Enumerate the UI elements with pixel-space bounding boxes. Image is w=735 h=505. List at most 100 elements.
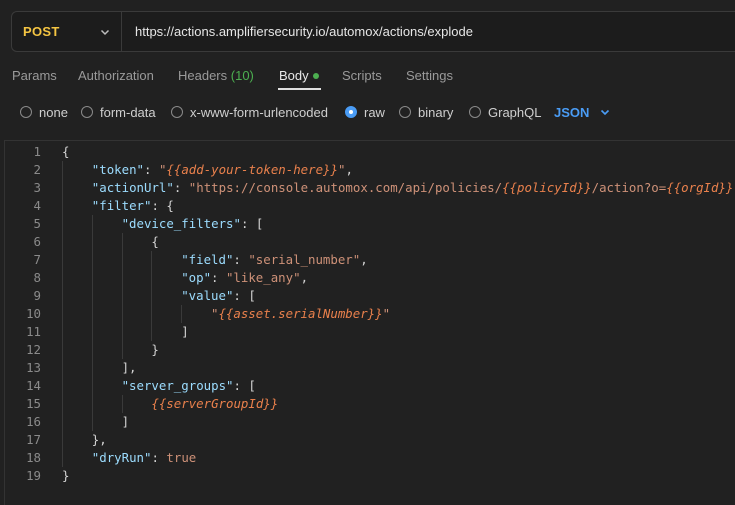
chevron-down-icon xyxy=(99,26,111,38)
code-content: "op": "like_any", xyxy=(181,269,308,287)
format-dropdown[interactable]: JSON xyxy=(554,101,611,123)
code-content: "device_filters": [ xyxy=(122,215,264,233)
code-token: { xyxy=(151,234,159,249)
tab-params[interactable]: Params xyxy=(12,62,57,90)
indent-guide xyxy=(62,251,63,269)
indent-guide xyxy=(62,431,63,449)
code-token: ] xyxy=(181,324,189,339)
indent-guide xyxy=(62,287,63,305)
line-number: 7 xyxy=(33,252,41,267)
active-tab-indicator xyxy=(278,88,321,90)
line-number: 6 xyxy=(33,234,41,249)
code-content: }, xyxy=(92,431,107,449)
tab-settings[interactable]: Settings xyxy=(406,62,453,90)
indent-guide xyxy=(121,395,123,413)
code-line: 3 "actionUrl": "https://console.automox.c… xyxy=(5,179,735,197)
indent-guide xyxy=(62,269,63,287)
request-tabs: Params Authorization Headers (10) Body S… xyxy=(0,62,735,92)
method-select[interactable]: POST xyxy=(12,12,122,51)
method-label: POST xyxy=(23,24,60,39)
radio-circle-selected xyxy=(345,106,357,118)
code-token: , xyxy=(300,270,309,285)
indent-guide xyxy=(62,197,63,215)
code-token: "token" xyxy=(91,162,145,177)
format-label: JSON xyxy=(554,104,590,120)
code-content: "token": "{{add-your-token-here}}", xyxy=(92,161,353,179)
indent-guide xyxy=(91,323,93,341)
radio-form-data[interactable]: form-data xyxy=(81,101,156,123)
indent-guide xyxy=(121,269,123,287)
radio-label: raw xyxy=(364,104,385,120)
radio-graphql[interactable]: GraphQL xyxy=(469,101,541,123)
code-token: "op" xyxy=(181,270,212,285)
body-type-selector: none form-data x-www-form-urlencoded raw… xyxy=(0,101,735,123)
indent-guide xyxy=(62,215,63,233)
tab-label: Headers xyxy=(178,68,228,83)
indent-guide xyxy=(62,233,63,251)
headers-count-badge: (10) xyxy=(230,68,254,83)
line-number: 1 xyxy=(33,144,41,159)
line-number: 12 xyxy=(26,342,41,357)
radio-x-www-form-urlencoded[interactable]: x-www-form-urlencoded xyxy=(171,101,328,123)
code-line: 1{ xyxy=(5,143,735,161)
tab-scripts[interactable]: Scripts xyxy=(342,62,382,90)
radio-circle xyxy=(171,106,183,118)
indent-guide xyxy=(91,287,93,305)
tab-headers[interactable]: Headers (10) xyxy=(178,62,254,90)
indent-guide xyxy=(91,341,93,359)
code-content: ] xyxy=(122,413,129,431)
radio-binary[interactable]: binary xyxy=(399,101,453,123)
code-content: "{{asset.serialNumber}}" xyxy=(211,305,390,323)
line-number: 5 xyxy=(33,216,41,231)
code-token: {{asset.serialNumber}} xyxy=(218,306,383,321)
radio-none[interactable]: none xyxy=(20,101,68,123)
body-code-editor[interactable]: 1{2 "token": "{{add-your-token-here}}", 3 "… xyxy=(4,140,735,505)
code-token: "like_any" xyxy=(225,270,301,285)
code-token: : xyxy=(233,252,249,267)
code-content: } xyxy=(62,467,69,485)
radio-circle xyxy=(469,106,481,118)
indent-guide xyxy=(62,413,63,431)
radio-label: binary xyxy=(418,104,454,120)
indent-guide xyxy=(121,287,123,305)
indent-guide xyxy=(121,341,123,359)
code-content: { xyxy=(62,143,69,161)
code-token: true xyxy=(166,450,197,465)
code-token: : xyxy=(144,162,159,177)
indent-guide xyxy=(62,341,63,359)
code-token: : xyxy=(173,180,189,195)
code-line: 8 "op": "like_any", xyxy=(5,269,735,287)
indent-guide xyxy=(91,251,93,269)
code-token: "device_filters" xyxy=(121,216,241,231)
indent-guide xyxy=(121,323,123,341)
code-line: 9 "value": [ xyxy=(5,287,735,305)
request-url-bar: POST https://actions.amplifiersecurity.i… xyxy=(11,11,735,52)
radio-label: GraphQL xyxy=(488,104,542,120)
code-content: "filter": { xyxy=(92,197,174,215)
line-number: 8 xyxy=(33,270,41,285)
code-line: 7 "field": "serial_number", xyxy=(5,251,735,269)
code-line: 4 "filter": { xyxy=(5,197,735,215)
code-token: {{add-your-token-here}} xyxy=(166,162,338,177)
code-token: }, xyxy=(91,432,107,447)
code-token: {{policyId}} xyxy=(502,180,592,195)
code-token: "filter" xyxy=(91,198,152,213)
code-line: 15 {{serverGroupId}} xyxy=(5,395,735,413)
code-token: " xyxy=(382,306,391,321)
tab-body[interactable]: Body xyxy=(279,62,319,90)
tab-authorization[interactable]: Authorization xyxy=(78,62,154,90)
radio-raw[interactable]: raw xyxy=(345,101,385,123)
code-token: } xyxy=(151,342,159,357)
line-number: 10 xyxy=(26,306,41,321)
tab-label: Params xyxy=(12,68,57,83)
indent-guide xyxy=(151,287,153,305)
code-token: , xyxy=(360,252,368,267)
code-content: ], xyxy=(122,359,137,377)
url-input[interactable]: https://actions.amplifiersecurity.io/aut… xyxy=(135,24,473,39)
line-number: 19 xyxy=(26,468,41,483)
indent-guide xyxy=(91,305,93,323)
code-line: 5 "device_filters": [ xyxy=(5,215,735,233)
indent-guide xyxy=(91,359,93,377)
code-line: 2 "token": "{{add-your-token-here}}", xyxy=(5,161,735,179)
code-token: "field" xyxy=(181,252,234,267)
